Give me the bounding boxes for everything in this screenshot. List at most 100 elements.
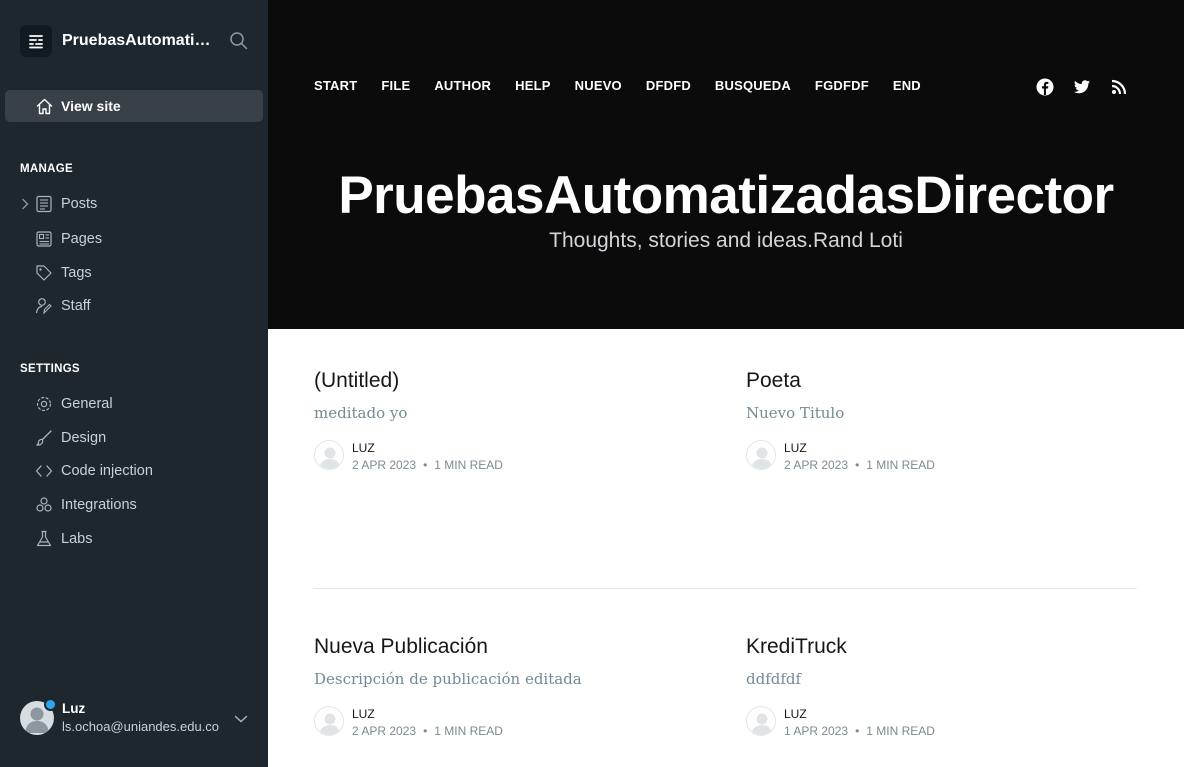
nav-link-fgdfdf[interactable]: FGDFDF (815, 78, 869, 93)
site-nav: START FILE AUTHOR HELP NUEVO DFDFD BUSQU… (314, 78, 945, 93)
post-card[interactable]: (Untitled) meditado yo LUZ 2 APR 2023 • 1 … (314, 369, 714, 474)
post-excerpt[interactable]: ddfdfdf (746, 670, 1146, 688)
author-avatar[interactable] (746, 706, 776, 736)
staff-icon (35, 297, 53, 315)
sidebar-item-tags[interactable]: Tags (20, 258, 260, 288)
meta-separator: • (423, 724, 428, 738)
author-avatar[interactable] (746, 440, 776, 470)
nav-link-start[interactable]: START (314, 78, 357, 93)
nav-link-end[interactable]: END (893, 78, 921, 93)
nav-link-nuevo[interactable]: NUEVO (575, 78, 622, 93)
sidebar-item-label: Tags (61, 265, 92, 281)
twitter-icon[interactable] (1073, 78, 1091, 96)
pages-icon (35, 230, 53, 248)
post-excerpt[interactable]: Descripción de publicación editada (314, 670, 714, 688)
post-reading-time: 1 MIN READ (434, 724, 503, 738)
post-reading-time: 1 MIN READ (866, 724, 935, 738)
site-title: PruebasAutomatizadasDirector (338, 166, 1114, 225)
sidebar-item-label: General (61, 396, 113, 412)
user-name: Luz (62, 701, 86, 716)
site-description: Thoughts, stories and ideas.Rand Loti (549, 229, 903, 252)
sidebar-item-label: Labs (61, 531, 93, 547)
post-card[interactable]: Poeta Nuevo Titulo LUZ 2 APR 2023 • 1 MIN … (746, 369, 1146, 474)
nav-link-file[interactable]: FILE (381, 78, 410, 93)
nav-link-author[interactable]: AUTHOR (434, 78, 491, 93)
sidebar-item-design[interactable]: Design (20, 423, 260, 453)
nav-link-dfdfd[interactable]: DFDFD (646, 78, 691, 93)
post-date-line: 2 APR 2023 • 1 MIN READ (352, 458, 503, 472)
posts-icon (35, 195, 53, 213)
post-reading-time: 1 MIN READ (866, 458, 935, 472)
post-date: 1 APR 2023 (784, 724, 849, 738)
flask-icon (35, 530, 53, 548)
sidebar-item-label: Integrations (61, 497, 137, 513)
user-menu[interactable]: Luz ls.ochoa@uniandes.edu.co (20, 698, 260, 739)
post-reading-time: 1 MIN READ (434, 458, 503, 472)
chevron-down-icon[interactable] (234, 711, 248, 723)
post-meta: LUZ 2 APR 2023 • 1 MIN READ (314, 440, 714, 474)
post-author[interactable]: LUZ (352, 441, 375, 455)
meta-separator: • (855, 458, 860, 472)
view-site-link[interactable]: View site (5, 90, 263, 122)
sidebar-item-label: Code injection (61, 463, 153, 479)
post-meta: LUZ 2 APR 2023 • 1 MIN READ (746, 440, 1146, 474)
sidebar-item-labs[interactable]: Labs (20, 524, 260, 554)
post-author[interactable]: LUZ (352, 707, 375, 721)
post-excerpt[interactable]: meditado yo (314, 404, 714, 422)
tag-icon (35, 264, 53, 282)
rss-icon[interactable] (1110, 78, 1128, 96)
post-author[interactable]: LUZ (784, 707, 807, 721)
settings-section-title: SETTINGS (20, 363, 80, 375)
post-title[interactable]: Poeta (746, 369, 1146, 393)
post-date-line: 2 APR 2023 • 1 MIN READ (784, 458, 935, 472)
nav-link-help[interactable]: HELP (515, 78, 550, 93)
user-email: ls.ochoa@uniandes.edu.co (62, 719, 220, 734)
post-meta: LUZ 1 APR 2023 • 1 MIN READ (746, 706, 1146, 740)
site-header: START FILE AUTHOR HELP NUEVO DFDFD BUSQU… (268, 0, 1184, 329)
meta-separator: • (423, 458, 428, 472)
post-date: 2 APR 2023 (352, 724, 417, 738)
author-avatar[interactable] (314, 706, 344, 736)
post-title[interactable]: KrediTruck (746, 635, 1146, 659)
sidebar-item-label: Design (61, 430, 107, 446)
facebook-icon[interactable] (1036, 78, 1054, 96)
status-indicator (44, 698, 57, 711)
brush-icon (35, 429, 53, 447)
post-date: 2 APR 2023 (352, 458, 417, 472)
post-title[interactable]: Nueva Publicación (314, 635, 714, 659)
admin-sidebar: PruebasAutomatizadasDirector View site M… (0, 0, 268, 767)
post-date-line: 2 APR 2023 • 1 MIN READ (352, 724, 503, 738)
gear-icon (35, 395, 53, 413)
post-date: 2 APR 2023 (784, 458, 849, 472)
post-divider (314, 588, 1137, 589)
post-author[interactable]: LUZ (784, 441, 807, 455)
site-logo-icon (20, 25, 52, 57)
author-avatar[interactable] (314, 440, 344, 470)
nav-link-busqueda[interactable]: BUSQUEDA (715, 78, 791, 93)
post-date-line: 1 APR 2023 • 1 MIN READ (784, 724, 935, 738)
sidebar-item-label: Staff (61, 298, 91, 314)
post-meta: LUZ 2 APR 2023 • 1 MIN READ (314, 706, 714, 740)
code-icon (35, 462, 53, 480)
home-icon (36, 98, 53, 115)
sidebar-item-code-injection[interactable]: Code injection (20, 456, 260, 486)
post-card[interactable]: KrediTruck ddfdfdf LUZ 1 APR 2023 • 1 MIN … (746, 635, 1146, 740)
sidebar-item-label: Posts (61, 196, 98, 212)
site-brand[interactable]: PruebasAutomatizadasDirector (20, 25, 212, 57)
sidebar-item-pages[interactable]: Pages (20, 224, 260, 254)
view-site-label: View site (61, 98, 121, 114)
meta-separator: • (855, 724, 860, 738)
sidebar-item-posts[interactable]: Posts (20, 189, 260, 219)
site-name: PruebasAutomatizadasDirector (62, 32, 212, 49)
integrations-icon (35, 496, 53, 514)
sidebar-item-integrations[interactable]: Integrations (20, 490, 260, 520)
post-card[interactable]: Nueva Publicación Descripción de publica… (314, 635, 714, 740)
sidebar-item-label: Pages (61, 231, 103, 247)
manage-section-title: MANAGE (20, 163, 73, 175)
sidebar-item-general[interactable]: General (20, 389, 260, 419)
search-icon[interactable] (229, 31, 249, 51)
sidebar-item-staff[interactable]: Staff (20, 291, 260, 321)
post-title[interactable]: (Untitled) (314, 369, 714, 393)
chevron-right-icon[interactable] (20, 198, 30, 210)
post-excerpt[interactable]: Nuevo Titulo (746, 404, 1146, 422)
